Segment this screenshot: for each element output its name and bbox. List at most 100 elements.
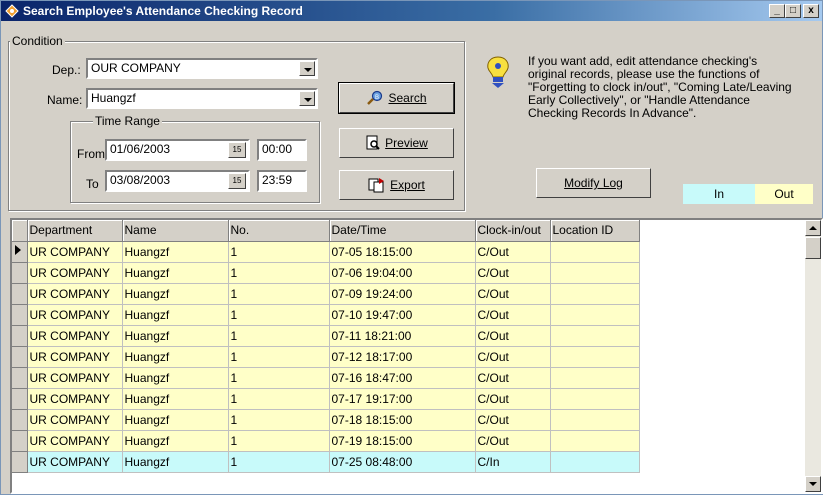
row-indicator[interactable] — [12, 325, 28, 347]
cell-name[interactable]: Huangzf — [122, 388, 229, 410]
cell-datetime[interactable]: 07-11 18:21:00 — [329, 325, 476, 347]
scroll-up-arrow-icon[interactable] — [805, 220, 821, 236]
cell-location[interactable] — [550, 430, 640, 452]
to-time-input[interactable]: 23:59 — [257, 170, 307, 192]
cell-datetime[interactable]: 07-12 18:17:00 — [329, 346, 476, 368]
column-header[interactable]: No. — [228, 220, 330, 242]
cell-name[interactable]: Huangzf — [122, 346, 229, 368]
cell-name[interactable]: Huangzf — [122, 325, 229, 347]
cell-clock[interactable]: C/Out — [475, 325, 551, 347]
attendance-grid[interactable]: Department Name No. Date/Time Clock-in/o… — [10, 218, 823, 494]
cell-clock[interactable]: C/Out — [475, 283, 551, 305]
cell-name[interactable]: Huangzf — [122, 283, 229, 305]
to-calendar-icon[interactable]: 15 — [228, 173, 246, 189]
table-row[interactable]: UR COMPANY Huangzf 1 07-16 18:47:00 C/Out — [12, 367, 640, 389]
cell-datetime[interactable]: 07-05 18:15:00 — [329, 241, 476, 263]
from-time-input[interactable]: 00:00 — [257, 139, 307, 161]
name-select[interactable]: Huangzf — [86, 88, 318, 109]
table-row[interactable]: UR COMPANY Huangzf 1 07-06 19:04:00 C/Out — [12, 262, 640, 284]
department-select[interactable]: OUR COMPANY — [86, 58, 318, 79]
close-button[interactable]: x — [803, 4, 819, 18]
cell-no[interactable]: 1 — [228, 325, 330, 347]
cell-department[interactable]: UR COMPANY — [27, 241, 123, 263]
cell-datetime[interactable]: 07-17 19:17:00 — [329, 388, 476, 410]
cell-no[interactable]: 1 — [228, 367, 330, 389]
cell-department[interactable]: UR COMPANY — [27, 388, 123, 410]
cell-name[interactable]: Huangzf — [122, 241, 229, 263]
cell-clock[interactable]: C/Out — [475, 304, 551, 326]
cell-datetime[interactable]: 07-25 08:48:00 — [329, 451, 476, 473]
cell-department[interactable]: UR COMPANY — [27, 409, 123, 431]
row-indicator[interactable] — [12, 451, 28, 473]
cell-name[interactable]: Huangzf — [122, 430, 229, 452]
minimize-button[interactable]: _ — [769, 4, 785, 18]
cell-datetime[interactable]: 07-09 19:24:00 — [329, 283, 476, 305]
row-indicator[interactable] — [12, 409, 28, 431]
cell-no[interactable]: 1 — [228, 346, 330, 368]
cell-no[interactable]: 1 — [228, 451, 330, 473]
cell-no[interactable]: 1 — [228, 409, 330, 431]
cell-clock[interactable]: C/Out — [475, 409, 551, 431]
cell-clock[interactable]: C/Out — [475, 388, 551, 410]
cell-name[interactable]: Huangzf — [122, 451, 229, 473]
row-indicator[interactable] — [12, 388, 28, 410]
cell-datetime[interactable]: 07-18 18:15:00 — [329, 409, 476, 431]
cell-name[interactable]: Huangzf — [122, 409, 229, 431]
table-row[interactable]: UR COMPANY Huangzf 1 07-05 18:15:00 C/Out — [12, 241, 640, 263]
cell-location[interactable] — [550, 451, 640, 473]
table-row[interactable]: UR COMPANY Huangzf 1 07-25 08:48:00 C/In — [12, 451, 640, 473]
column-header[interactable]: Clock-in/out — [475, 220, 551, 242]
table-row[interactable]: UR COMPANY Huangzf 1 07-11 18:21:00 C/Out — [12, 325, 640, 347]
row-indicator[interactable] — [12, 430, 28, 452]
name-dropdown-icon[interactable] — [299, 91, 315, 106]
cell-name[interactable]: Huangzf — [122, 262, 229, 284]
cell-department[interactable]: UR COMPANY — [27, 430, 123, 452]
cell-no[interactable]: 1 — [228, 388, 330, 410]
cell-clock[interactable]: C/Out — [475, 346, 551, 368]
cell-no[interactable]: 1 — [228, 262, 330, 284]
table-row[interactable]: UR COMPANY Huangzf 1 07-19 18:15:00 C/Out — [12, 430, 640, 452]
modify-log-button[interactable]: Modify Log — [536, 168, 651, 198]
table-row[interactable]: UR COMPANY Huangzf 1 07-09 19:24:00 C/Out — [12, 283, 640, 305]
cell-clock[interactable]: C/In — [475, 451, 551, 473]
cell-location[interactable] — [550, 346, 640, 368]
cell-clock[interactable]: C/Out — [475, 241, 551, 263]
cell-name[interactable]: Huangzf — [122, 367, 229, 389]
cell-location[interactable] — [550, 325, 640, 347]
table-row[interactable]: UR COMPANY Huangzf 1 07-12 18:17:00 C/Out — [12, 346, 640, 368]
table-row[interactable]: UR COMPANY Huangzf 1 07-17 19:17:00 C/Out — [12, 388, 640, 410]
cell-department[interactable]: UR COMPANY — [27, 346, 123, 368]
current-row-arrow-icon[interactable] — [12, 241, 28, 263]
maximize-button[interactable]: □ — [785, 4, 801, 18]
cell-clock[interactable]: C/Out — [475, 262, 551, 284]
cell-datetime[interactable]: 07-16 18:47:00 — [329, 367, 476, 389]
cell-no[interactable]: 1 — [228, 304, 330, 326]
row-indicator[interactable] — [12, 262, 28, 284]
cell-no[interactable]: 1 — [228, 283, 330, 305]
cell-datetime[interactable]: 07-10 19:47:00 — [329, 304, 476, 326]
scroll-down-arrow-icon[interactable] — [805, 476, 821, 492]
cell-location[interactable] — [550, 283, 640, 305]
cell-department[interactable]: UR COMPANY — [27, 451, 123, 473]
export-button[interactable]: Export — [339, 170, 454, 200]
cell-name[interactable]: Huangzf — [122, 304, 229, 326]
column-header[interactable]: Department — [27, 220, 123, 242]
preview-button[interactable]: Preview — [339, 128, 454, 158]
vertical-scrollbar[interactable] — [805, 220, 821, 492]
cell-department[interactable]: UR COMPANY — [27, 304, 123, 326]
column-header[interactable]: Name — [122, 220, 229, 242]
cell-clock[interactable]: C/Out — [475, 430, 551, 452]
table-row[interactable]: UR COMPANY Huangzf 1 07-10 19:47:00 C/Out — [12, 304, 640, 326]
cell-department[interactable]: UR COMPANY — [27, 283, 123, 305]
scroll-thumb[interactable] — [805, 237, 821, 259]
cell-location[interactable] — [550, 262, 640, 284]
row-indicator[interactable] — [12, 304, 28, 326]
cell-location[interactable] — [550, 388, 640, 410]
row-indicator[interactable] — [12, 346, 28, 368]
cell-location[interactable] — [550, 409, 640, 431]
cell-location[interactable] — [550, 241, 640, 263]
row-indicator[interactable] — [12, 367, 28, 389]
column-header[interactable]: Location ID — [550, 220, 640, 242]
table-row[interactable]: UR COMPANY Huangzf 1 07-18 18:15:00 C/Out — [12, 409, 640, 431]
to-date-input[interactable]: 03/08/2003 15 — [105, 170, 250, 192]
